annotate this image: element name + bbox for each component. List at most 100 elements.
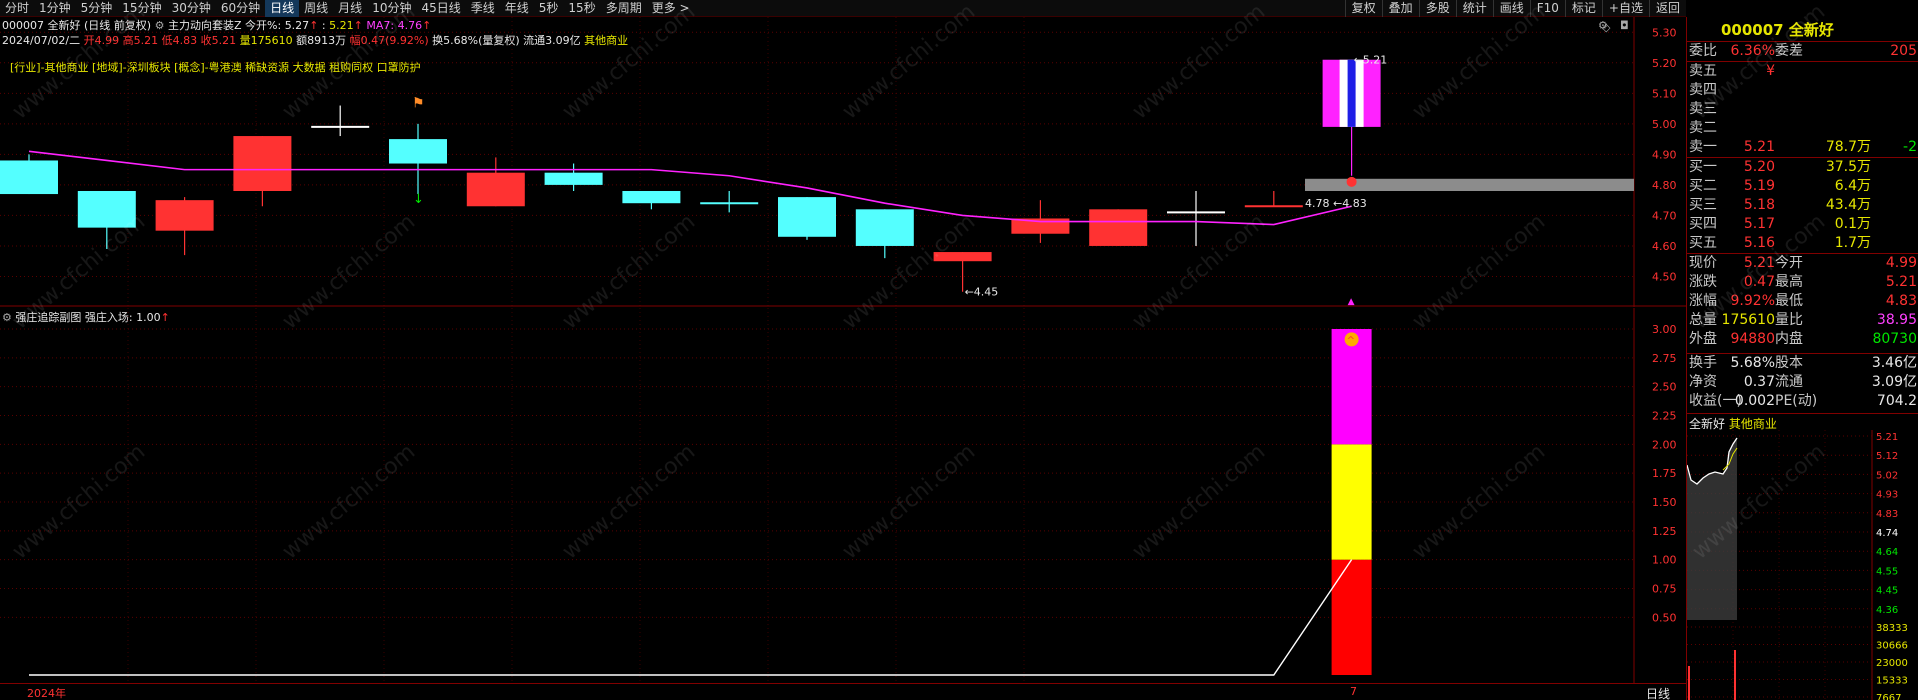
ma7-line[interactable] xyxy=(28,150,1352,226)
high-annotation: ←5.21 xyxy=(1354,54,1388,67)
tab-period-16[interactable]: 更多 > xyxy=(647,0,695,17)
fund-row: 换手 5.68% 股本 3.46亿 xyxy=(1687,354,1918,373)
tab-period-11[interactable]: 季线 xyxy=(466,0,500,17)
candle-body[interactable] xyxy=(77,191,136,228)
toolbar-button-7[interactable]: +自选 xyxy=(1601,0,1649,17)
sell-label: 卖三 xyxy=(1689,101,1717,117)
toolbar-button-8[interactable]: 返回 xyxy=(1648,0,1686,17)
fund-label: PE(动) xyxy=(1775,393,1818,409)
tab-period-10[interactable]: 45日线 xyxy=(416,0,465,17)
sell-change: -2 xyxy=(1903,139,1917,155)
toolbar-button-1[interactable]: 叠加 xyxy=(1381,0,1419,17)
sell-label: 卖二 xyxy=(1689,120,1717,136)
buy-label: 买四 xyxy=(1689,216,1717,232)
tab-period-13[interactable]: 5秒 xyxy=(534,0,564,17)
stat-label: 今开 xyxy=(1775,255,1803,271)
buy-price: 5.17 xyxy=(1743,216,1775,232)
stat-value: 0.47 xyxy=(1743,274,1775,290)
tab-period-1[interactable]: 1分钟 xyxy=(34,0,76,17)
fund-value: 3.09亿 xyxy=(1871,374,1917,390)
period-tabs: 分时 1分钟 5分钟 15分钟 30分钟 60分钟 日线 周线 月线 10分钟 45日线 季线 年线 5秒… xyxy=(0,0,695,17)
tab-period-3[interactable]: 15分钟 xyxy=(117,0,166,17)
toolbar-button-2[interactable]: 多股 xyxy=(1418,0,1456,17)
stat-value: 94880 xyxy=(1730,331,1775,347)
candle-body[interactable] xyxy=(778,197,836,237)
fund-label: 流通 xyxy=(1775,374,1803,390)
buy-volume: 6.4万 xyxy=(1834,178,1871,194)
sub-tick-label: 1.25 xyxy=(1652,525,1677,538)
buy-label: 买一 xyxy=(1689,159,1717,175)
buy-label: 买五 xyxy=(1689,235,1717,251)
stat-label: 最低 xyxy=(1775,293,1803,309)
candle-body[interactable] xyxy=(389,139,447,164)
tab-period-14[interactable]: 15秒 xyxy=(563,0,600,17)
sub-tick-label: 0.75 xyxy=(1652,583,1677,596)
candlestick-chart[interactable]: 5.30 5.20 5.10 5.00 4.90 4.80 4.70 4.60 4.50 ←5.2… xyxy=(0,17,1686,307)
toolbar-button-6[interactable]: 标记 xyxy=(1564,0,1602,17)
tab-period-7[interactable]: 周线 xyxy=(299,0,333,17)
stat-label: 涨跌 xyxy=(1689,274,1717,290)
stat-value: 5.21 xyxy=(1885,274,1917,290)
tab-period-4[interactable]: 30分钟 xyxy=(167,0,216,17)
period-indicator[interactable]: 日线 xyxy=(1646,685,1670,700)
buy-label: 买三 xyxy=(1689,197,1717,213)
candle-body[interactable] xyxy=(855,209,914,246)
buy-row: 买二 5.19 6.4万 xyxy=(1687,177,1918,196)
stat-label: 总量 xyxy=(1689,312,1717,328)
buy-row: 买三 5.18 43.4万 xyxy=(1687,196,1918,215)
strength-stack-segment[interactable] xyxy=(1331,444,1372,560)
sell-label: 卖五 xyxy=(1689,63,1717,79)
sub-tick-label: 2.50 xyxy=(1652,381,1677,394)
candle-body[interactable] xyxy=(233,136,292,191)
candle-body[interactable] xyxy=(466,172,525,207)
strong-dealer-line[interactable] xyxy=(29,559,1353,676)
toolbar-button-4[interactable]: 画线 xyxy=(1492,0,1530,17)
candle-body[interactable] xyxy=(933,252,992,262)
mini-price-tick: 4.36 xyxy=(1876,605,1898,616)
buy-volume: 1.7万 xyxy=(1834,235,1871,251)
tab-period-2[interactable]: 5分钟 xyxy=(76,0,118,17)
weicha-label: 委差 xyxy=(1775,43,1803,59)
price-tick-label: 4.70 xyxy=(1652,209,1677,222)
sub-tick-label: 2.00 xyxy=(1652,438,1677,451)
mini-price-tick: 4.74 xyxy=(1876,528,1898,539)
price-tick-label: 5.20 xyxy=(1652,57,1677,70)
diamond-icon: ◇ xyxy=(1602,21,1611,34)
tab-period-12[interactable]: 年线 xyxy=(500,0,534,17)
tab-period-8[interactable]: 月线 xyxy=(333,0,367,17)
ma-annotation: 4.78 ←4.83 xyxy=(1305,197,1367,210)
weibi-row: 委比 6.36% 委差 205 xyxy=(1687,42,1918,61)
toolbar-button-5[interactable]: F10 xyxy=(1529,0,1565,17)
fund-label: 净资 xyxy=(1689,374,1717,390)
strength-stack-segment[interactable] xyxy=(1331,559,1372,675)
sub-tick-label: 1.50 xyxy=(1652,496,1677,509)
tab-period-0[interactable]: 分时 xyxy=(0,0,34,17)
toolbar-button-0[interactable]: 复权 xyxy=(1344,0,1382,17)
mini-price-tick: 4.45 xyxy=(1876,586,1898,597)
candle-inner-blue xyxy=(1347,59,1356,127)
weibi-value: 6.36% xyxy=(1730,43,1775,59)
tab-period-15[interactable]: 多周期 xyxy=(601,0,647,17)
stat-value: 38.95 xyxy=(1876,312,1917,328)
candle-body[interactable] xyxy=(544,172,603,185)
candle-body[interactable] xyxy=(0,160,58,195)
tab-period-9[interactable]: 10分钟 xyxy=(367,0,416,17)
stat-value: 5.21 xyxy=(1743,255,1775,271)
tab-period-6[interactable]: 日线 xyxy=(265,0,300,17)
price-tick-label: 4.80 xyxy=(1652,179,1677,192)
fund-row: 收益(一) 0.002 PE(动) 704.2 xyxy=(1687,392,1918,411)
sell-price: 5.21 xyxy=(1743,139,1775,155)
toolbar-button-3[interactable]: 统计 xyxy=(1455,0,1493,17)
mini-price-tick: 4.55 xyxy=(1876,566,1898,577)
buy-volume: 37.5万 xyxy=(1825,159,1871,175)
candle-body[interactable] xyxy=(622,191,681,204)
buy-price: 5.16 xyxy=(1743,235,1775,251)
fund-value: 704.2 xyxy=(1876,393,1917,409)
tab-period-5[interactable]: 60分钟 xyxy=(216,0,265,17)
stat-label: 外盘 xyxy=(1689,331,1717,347)
candle-body[interactable] xyxy=(155,200,214,231)
candle-body[interactable] xyxy=(1089,209,1148,246)
strong-dealer-indicator-chart[interactable]: 3.00 2.75 2.50 2.25 2.00 1.75 1.50 1.25 1.00 0.75… xyxy=(0,308,1686,684)
intraday-mini-chart[interactable]: 5.21 5.12 5.02 4.93 4.83 4.74 4.64 4.55 4.45 4.36… xyxy=(1687,430,1918,700)
sub-tick-label: 2.25 xyxy=(1652,410,1677,423)
